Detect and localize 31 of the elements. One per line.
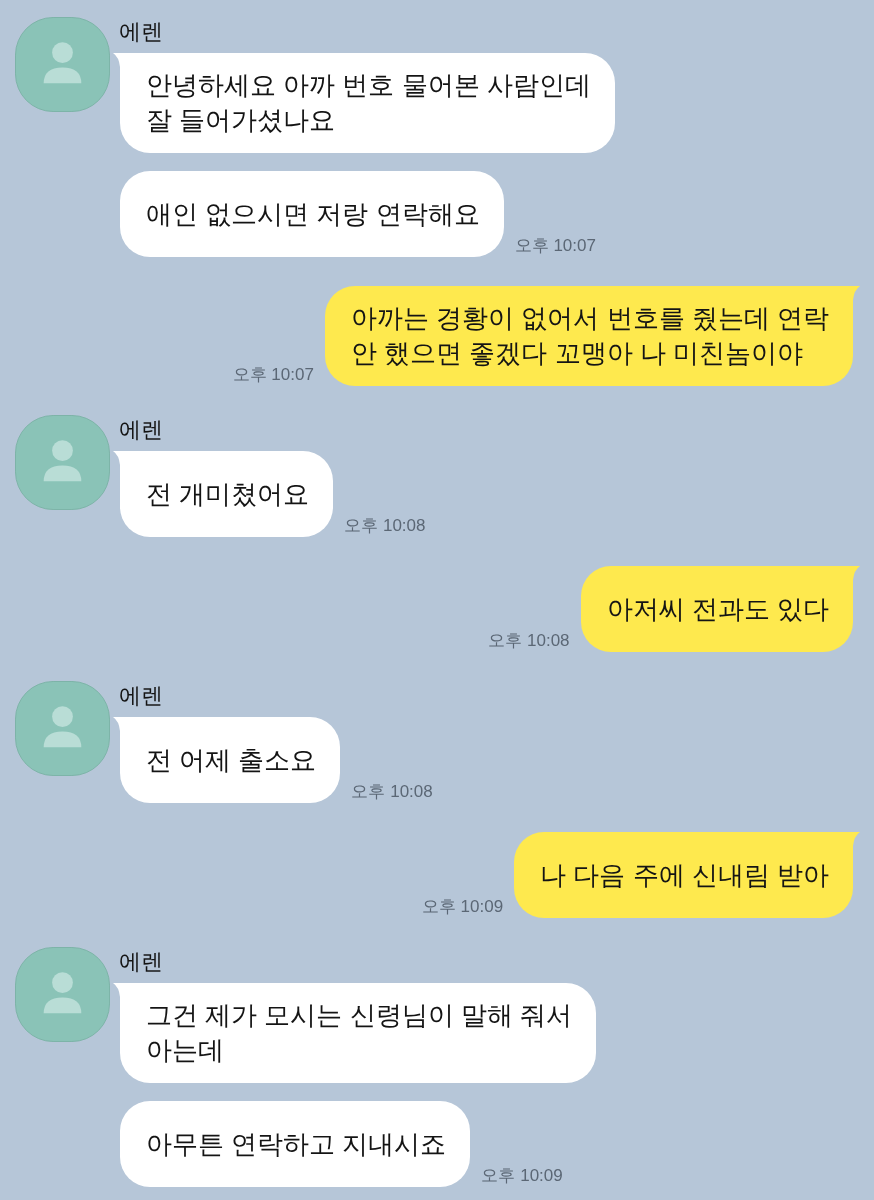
bubble-tail-icon	[113, 451, 120, 465]
message-bubble: 아까는 경황이 없어서 번호를 줬는데 연락 안 했으면 좋겠다 꼬맹아 나 미친놈이야	[324, 286, 853, 386]
message-time: 오후 10:08	[488, 631, 570, 651]
bubble-tail-icon	[113, 717, 120, 731]
sender-name: 에렌	[119, 948, 163, 976]
message-bubble: 애인 없으시면 저랑 연락해요	[120, 171, 504, 257]
sender-name: 에렌	[119, 416, 163, 444]
message-time: 오후 10:07	[514, 236, 596, 256]
message-time: 오후 10:09	[421, 897, 504, 917]
message-bubble: 전 어제 출소요	[120, 717, 341, 803]
message-time: 오후 10:08	[344, 516, 426, 536]
bubble-tail-icon	[113, 983, 120, 997]
person-avatar-icon	[15, 681, 110, 776]
message-time: 오후 10:09	[481, 1166, 563, 1186]
sender-name: 에렌	[119, 18, 163, 46]
sender-name: 에렌	[119, 682, 163, 710]
message-time: 오후 10:07	[232, 365, 314, 385]
message-bubble: 아무튼 연락하고 지내시죠	[120, 1101, 471, 1187]
person-avatar-icon	[15, 415, 110, 510]
bubble-tail-icon	[853, 832, 860, 846]
message-bubble: 전 개미쳤어요	[120, 451, 334, 537]
person-avatar-icon	[15, 947, 110, 1042]
message-bubble: 아저씨 전과도 있다	[580, 566, 853, 652]
message-bubble: 그건 제가 모시는 신령님이 말해 줘서 아는데	[120, 983, 597, 1083]
person-avatar-icon	[15, 17, 110, 112]
message-bubble: 안녕하세요 아까 번호 물어본 사람인데 잘 들어가셨나요	[120, 53, 615, 153]
message-time: 오후 10:08	[351, 782, 433, 802]
bubble-tail-icon	[853, 566, 860, 580]
message-bubble: 나 다음 주에 신내림 받아	[514, 832, 853, 918]
bubble-tail-icon	[113, 53, 120, 67]
bubble-tail-icon	[853, 286, 860, 300]
